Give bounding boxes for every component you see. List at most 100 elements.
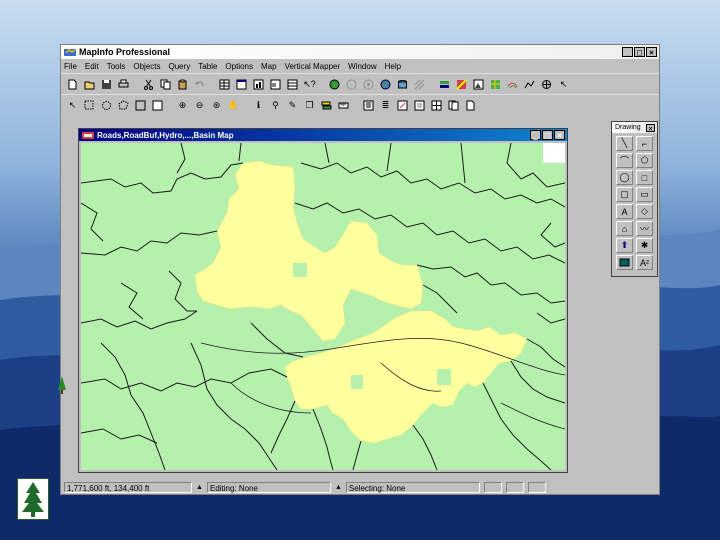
thematic-tool-button[interactable]: [454, 77, 469, 92]
set-target-button[interactable]: [395, 98, 410, 113]
unselect-all-button[interactable]: [150, 98, 165, 113]
help-pointer-button[interactable]: ↖?: [302, 77, 317, 92]
drawing-close-button[interactable]: ×: [646, 123, 655, 132]
line-tool-button[interactable]: ╲: [616, 136, 633, 151]
menu-bar: File Edit Tools Objects Query Table Opti…: [61, 59, 659, 73]
menu-map[interactable]: Map: [261, 62, 277, 71]
document-button[interactable]: [463, 98, 478, 113]
marquee-select-button[interactable]: [82, 98, 97, 113]
hotlink-tool-button[interactable]: ⚲: [268, 98, 283, 113]
thematic-map-icon: [456, 78, 467, 90]
status-editing[interactable]: Editing: None: [206, 481, 331, 493]
target-tool-button[interactable]: [539, 77, 554, 92]
contour-tool-button[interactable]: [505, 77, 520, 92]
world-tool-button[interactable]: [378, 77, 393, 92]
ruler-button[interactable]: [336, 98, 351, 113]
menu-objects[interactable]: Objects: [133, 62, 160, 71]
label-tool-button[interactable]: ✎: [285, 98, 300, 113]
hatch-tool-button[interactable]: [412, 77, 427, 92]
cut-button[interactable]: [141, 77, 156, 92]
frame-tool-button[interactable]: ▭: [636, 187, 653, 202]
grid-tool-button[interactable]: [488, 77, 503, 92]
map-canvas[interactable]: [81, 143, 565, 470]
menu-table[interactable]: Table: [198, 62, 217, 71]
drag-window-button[interactable]: ❐: [302, 98, 317, 113]
info-tool-button[interactable]: ℹ: [251, 98, 266, 113]
new-mapper-button[interactable]: [234, 77, 249, 92]
paste-button[interactable]: [175, 77, 190, 92]
rounded-rect-tool-button[interactable]: ▢: [616, 187, 633, 202]
show-grid-button[interactable]: [429, 98, 444, 113]
open-folder-icon: [84, 81, 95, 89]
menu-vertical-mapper[interactable]: Vertical Mapper: [285, 62, 341, 71]
grid-lines-icon: [431, 100, 442, 110]
symbol-style-button[interactable]: ✱: [636, 238, 653, 253]
hand-grabber-icon: ✋: [227, 99, 240, 110]
polyline-tool-button[interactable]: ⌐: [636, 136, 653, 151]
status-selecting[interactable]: Selecting: None: [345, 481, 480, 493]
ellipse-tool-button[interactable]: ◯: [616, 170, 633, 185]
map-minimize-button[interactable]: _: [530, 130, 541, 140]
new-table-button[interactable]: [65, 77, 80, 92]
menu-options[interactable]: Options: [225, 62, 253, 71]
arc-tool-button[interactable]: ⌒: [616, 153, 633, 168]
view-pages-button[interactable]: [446, 98, 461, 113]
change-view-button[interactable]: ⊛: [209, 98, 224, 113]
layer-control-button[interactable]: [319, 98, 334, 113]
boundary-select-button[interactable]: [133, 98, 148, 113]
status-arrow-icon[interactable]: ▲: [335, 484, 342, 491]
zoom-in-button[interactable]: ⊕: [175, 98, 190, 113]
new-redistrict-button[interactable]: [285, 77, 300, 92]
menu-window[interactable]: Window: [348, 62, 376, 71]
open-table-button[interactable]: [82, 77, 97, 92]
fill-style-button[interactable]: [616, 255, 633, 270]
database-tool-button[interactable]: [395, 77, 410, 92]
region-style-button[interactable]: ⬆: [616, 238, 633, 253]
picture-tool-button[interactable]: [471, 77, 486, 92]
status-arrow-icon[interactable]: ▲: [196, 484, 203, 491]
polygon-icon: ⬠: [640, 155, 649, 165]
maximize-button[interactable]: □: [634, 47, 645, 57]
hotlink-button[interactable]: [327, 77, 342, 92]
add-node-tool-button[interactable]: ⌂: [616, 221, 633, 236]
crosshair-circle-icon: [542, 79, 551, 89]
map-close-button[interactable]: ×: [554, 130, 565, 140]
main-toolbar: ↖ ⊕ ⊖ ⊛ ✋ ℹ ⚲ ✎ ❐ ≣: [61, 94, 659, 115]
text-style-button[interactable]: A²: [636, 255, 653, 270]
text-tool-button[interactable]: A: [616, 204, 633, 219]
basin-hole: [293, 263, 307, 277]
minimize-button[interactable]: _: [622, 47, 633, 57]
profile-tool-button[interactable]: [522, 77, 537, 92]
menu-edit[interactable]: Edit: [85, 62, 99, 71]
save-button[interactable]: [99, 77, 114, 92]
polygon-tool-button[interactable]: ⬠: [636, 153, 653, 168]
close-button[interactable]: ×: [646, 47, 657, 57]
menu-file[interactable]: File: [64, 62, 77, 71]
disabled-tool-2[interactable]: [361, 77, 376, 92]
undo-button[interactable]: [192, 77, 207, 92]
copy-button[interactable]: [158, 77, 173, 92]
menu-tools[interactable]: Tools: [107, 62, 126, 71]
polygon-select-button[interactable]: [116, 98, 131, 113]
arrow-tool-button[interactable]: ↖: [556, 77, 571, 92]
rectangle-tool-button[interactable]: □: [636, 170, 653, 185]
zoom-out-button[interactable]: ⊖: [192, 98, 207, 113]
new-layout-button[interactable]: [268, 77, 283, 92]
legend-button[interactable]: [361, 98, 376, 113]
change-view-icon: ⊛: [212, 99, 221, 110]
clip-region-button[interactable]: [412, 98, 427, 113]
radius-select-button[interactable]: [99, 98, 114, 113]
map-maximize-button[interactable]: □: [542, 130, 553, 140]
print-button[interactable]: [116, 77, 131, 92]
disabled-tool-1[interactable]: [344, 77, 359, 92]
menu-help[interactable]: Help: [385, 62, 401, 71]
new-grapher-button[interactable]: [251, 77, 266, 92]
new-browser-button[interactable]: [217, 77, 232, 92]
statistics-button[interactable]: ≣: [378, 98, 393, 113]
layer-tool-button[interactable]: [437, 77, 452, 92]
select-tool-button[interactable]: ↖: [65, 98, 80, 113]
reshape-tool-button[interactable]: ◇: [636, 204, 653, 219]
line-style-button[interactable]: 〰: [636, 221, 653, 236]
menu-query[interactable]: Query: [169, 62, 191, 71]
grabber-button[interactable]: ✋: [226, 98, 241, 113]
